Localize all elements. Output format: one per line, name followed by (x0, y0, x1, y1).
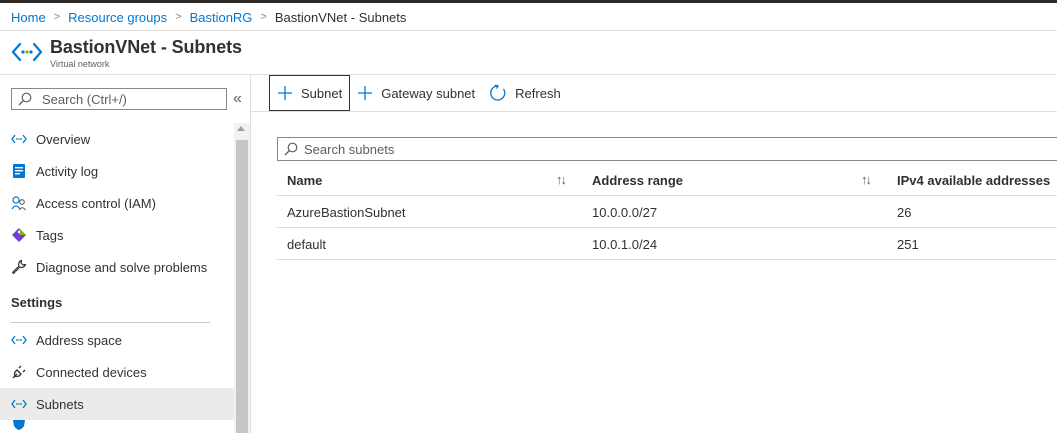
sidebar-item-partial[interactable] (0, 420, 234, 433)
sidebar-item-label: Overview (36, 131, 91, 147)
chevron-right-icon: > (175, 11, 182, 23)
refresh-label: Refresh (515, 85, 561, 101)
breadcrumb-divider (0, 30, 1057, 31)
sidebar-item-label: Tags (36, 227, 64, 243)
table-header: Name ↑↓ Address range ↑↓ IPv4 available … (277, 164, 1057, 196)
chevron-right-icon: > (53, 11, 61, 23)
vnet-icon (10, 130, 28, 148)
scroll-thumb[interactable] (236, 140, 248, 433)
page-header: BastionVNet - Subnets Virtual network (11, 36, 242, 72)
collapse-menu-button[interactable]: « (233, 89, 247, 109)
table-row[interactable]: default 10.0.1.0/24 251 (277, 228, 1057, 260)
activity-log-icon (10, 162, 28, 180)
subnet-search-input[interactable] (304, 141, 704, 157)
command-bar: Subnet Gateway subnet Refresh (269, 75, 568, 111)
page-title: BastionVNet - Subnets (50, 37, 242, 57)
breadcrumb-bastionrg[interactable]: BastionRG (190, 10, 253, 25)
sidebar-item-access-control[interactable]: Access control (IAM) (0, 187, 234, 219)
menu-search-input[interactable] (42, 91, 212, 107)
shield-icon (10, 420, 28, 433)
column-header-address-range[interactable]: Address range (592, 173, 683, 188)
section-header-settings: Settings (11, 295, 63, 310)
cell-name: AzureBastionSubnet (287, 205, 406, 220)
column-header-name[interactable]: Name (287, 173, 322, 188)
sidebar-item-label: Subnets (36, 396, 84, 412)
breadcrumb: Home > Resource groups > BastionRG > Bas… (11, 9, 406, 25)
sort-icon[interactable]: ↑↓ (556, 172, 567, 187)
subnet-search-box[interactable] (277, 137, 1057, 161)
plug-icon (10, 363, 28, 381)
chevron-right-icon: > (260, 11, 267, 23)
plus-icon (358, 86, 373, 100)
breadcrumb-current: BastionVNet - Subnets (274, 9, 407, 25)
sidebar-item-activity-log[interactable]: Activity log (0, 155, 234, 187)
sidebar-item-label: Connected devices (36, 364, 147, 380)
add-subnet-label: Subnet (301, 85, 343, 101)
wrench-icon (10, 258, 28, 276)
cell-address-range: 10.0.0.0/27 (592, 205, 658, 220)
sidebar-item-tags[interactable]: Tags (0, 219, 234, 251)
gateway-subnet-label: Gateway subnet (381, 85, 476, 101)
search-icon (284, 142, 298, 156)
command-bar-divider (251, 111, 1057, 112)
menu-scrollbar[interactable] (234, 123, 250, 433)
section-divider (11, 322, 210, 323)
add-gateway-subnet-button[interactable]: Gateway subnet (350, 75, 482, 111)
people-icon (10, 194, 28, 212)
add-subnet-button[interactable]: Subnet (269, 75, 351, 111)
sort-icon[interactable]: ↑↓ (861, 172, 872, 187)
sidebar-item-address-space[interactable]: Address space (0, 324, 234, 356)
plus-icon (278, 86, 292, 100)
sidebar-item-label: Activity log (36, 163, 99, 179)
top-border (0, 0, 1057, 3)
sidebar-item-label: Diagnose and solve problems (36, 259, 208, 275)
scroll-up-arrow-icon[interactable] (237, 126, 245, 131)
sidebar-item-overview[interactable]: Overview (0, 123, 234, 155)
cell-address-range: 10.0.1.0/24 (592, 237, 658, 252)
breadcrumb-home[interactable]: Home (11, 10, 46, 25)
sidebar-item-diagnose[interactable]: Diagnose and solve problems (0, 251, 234, 283)
vnet-icon (10, 331, 28, 349)
sidebar-item-label: Access control (IAM) (36, 195, 156, 211)
menu-search-box[interactable] (11, 88, 227, 110)
sidebar-item-subnets[interactable]: Subnets (0, 388, 234, 420)
refresh-button[interactable]: Refresh (482, 75, 568, 111)
search-icon (18, 92, 32, 106)
breadcrumb-resource-groups[interactable]: Resource groups (68, 10, 167, 25)
refresh-icon (490, 84, 506, 101)
page-subtitle: Virtual network (50, 59, 110, 69)
cell-ipv4-available: 251 (897, 237, 919, 252)
subnets-table: Name ↑↓ Address range ↑↓ IPv4 available … (277, 164, 1057, 260)
resource-menu: « Overview Activity log Access control (… (0, 75, 251, 433)
column-header-ipv4-available[interactable]: IPv4 available addresses (897, 173, 1050, 188)
sidebar-item-label: Address space (36, 332, 122, 348)
tag-icon (10, 226, 28, 244)
cell-ipv4-available: 26 (897, 205, 912, 220)
virtual-network-icon (11, 42, 43, 62)
sidebar-item-connected-devices[interactable]: Connected devices (0, 356, 234, 388)
table-row[interactable]: AzureBastionSubnet 10.0.0.0/27 26 (277, 196, 1057, 228)
cell-name: default (287, 237, 327, 252)
vnet-icon (10, 395, 28, 413)
